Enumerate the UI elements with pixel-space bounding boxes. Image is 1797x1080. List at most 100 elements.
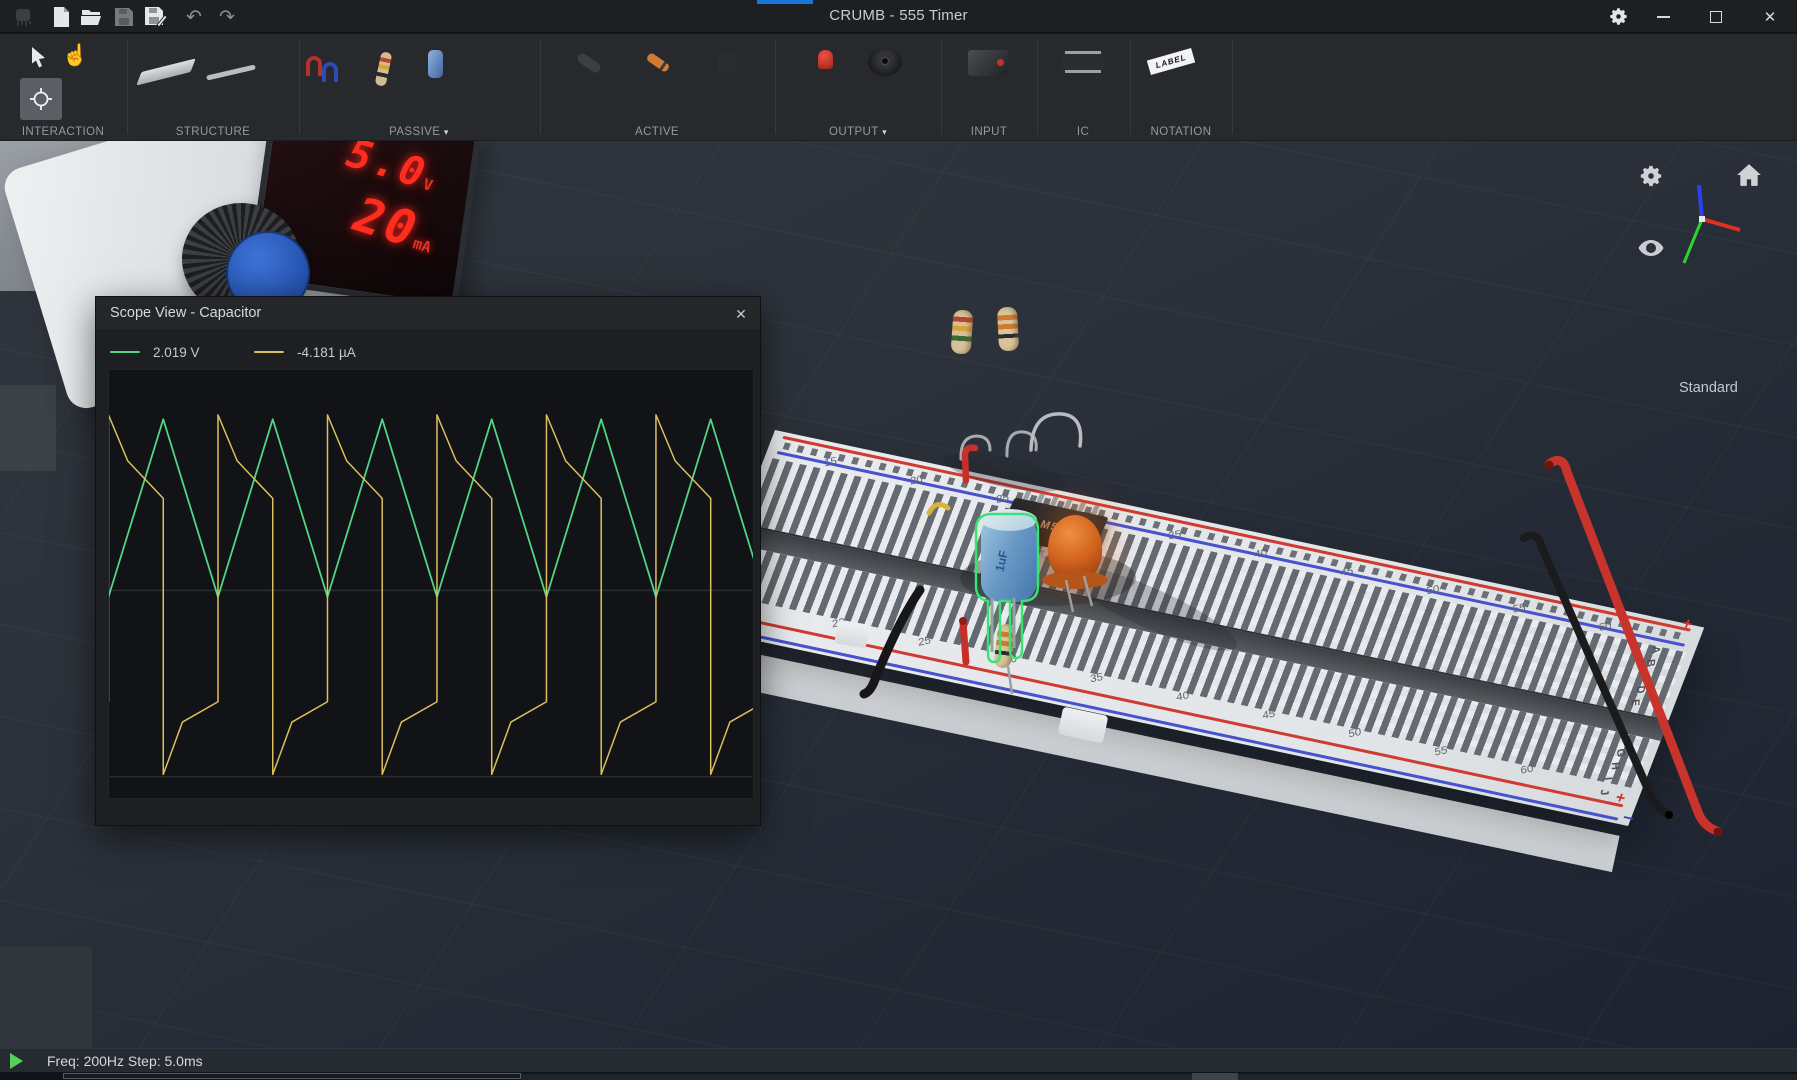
group-label-structure: STRUCTURE — [176, 126, 251, 138]
floor-block — [0, 385, 56, 471]
rail-minus-mark-near: − — [1619, 807, 1637, 829]
label-component-icon[interactable]: LABEL — [1147, 48, 1195, 75]
column-letter: C — [1639, 672, 1652, 681]
column-letter: F — [1618, 736, 1631, 744]
hand-tool-icon[interactable]: ☝ — [62, 44, 88, 68]
titlebar[interactable]: ↶ ↷ CRUMB - 555 Timer ✕ — [0, 0, 1797, 33]
group-label-passive[interactable]: PASSIVE ▾ — [389, 126, 449, 138]
buzzer-component-icon[interactable] — [868, 48, 902, 76]
led-orange[interactable] — [1048, 515, 1102, 581]
voltage-swatch — [110, 351, 140, 354]
buzzer-hole — [881, 57, 889, 65]
row-number: 40 — [1176, 690, 1190, 704]
scope-titlebar[interactable]: Scope View - Capacitor ✕ — [96, 297, 760, 331]
play-button[interactable] — [10, 1053, 23, 1069]
dropdown-arrow-icon: ▾ — [882, 127, 887, 137]
psu-voltage-readout: 5.0V — [341, 141, 441, 201]
ic-component-icon[interactable] — [1062, 54, 1104, 70]
bottom-strip-box — [63, 1073, 521, 1079]
wire-tip — [1545, 461, 1554, 470]
toolbar-separator — [299, 40, 300, 134]
row-number: 60 — [1598, 620, 1612, 634]
rod-component-icon[interactable] — [206, 64, 256, 80]
psu-voltage-value: 5.0 — [341, 141, 432, 198]
orbit-target-icon — [29, 87, 53, 111]
breadboard-component-icon[interactable] — [136, 58, 196, 85]
view-mode-label[interactable]: Standard — [1679, 380, 1738, 396]
rail-plus-mark-far: + — [1679, 615, 1695, 634]
jumper-wire-silver — [1031, 414, 1081, 450]
toolbar-separator — [775, 40, 776, 134]
cursor-tool-icon[interactable] — [30, 46, 50, 74]
row-number: 45 — [1262, 708, 1276, 722]
group-label-input: INPUT — [971, 126, 1008, 138]
row-number: 15 — [824, 455, 838, 469]
row-number: 45 — [1340, 565, 1354, 579]
row-number: 60 — [1520, 763, 1534, 777]
wire-blue-icon[interactable] — [322, 62, 338, 82]
toolbar-separator — [1232, 40, 1233, 134]
resistor-component-icon[interactable] — [375, 51, 393, 87]
group-label-output[interactable]: OUTPUT ▾ — [829, 126, 887, 138]
group-label-notation: NOTATION — [1151, 126, 1212, 138]
voltage-trace — [109, 419, 754, 597]
row-number: 55 — [1434, 745, 1448, 759]
axis-gizmo — [1668, 181, 1748, 271]
taskbar-accent — [757, 0, 813, 4]
led-component-icon[interactable] — [818, 50, 833, 69]
row-number: 20 — [910, 474, 924, 488]
group-label-interaction: INTERACTION — [22, 126, 104, 138]
group-label-active: ACTIVE — [635, 126, 679, 138]
toolbar-separator — [127, 40, 128, 134]
app-window: 5.0V 20mA 15202530354045505560 152025303… — [0, 0, 1797, 1080]
scope-window[interactable]: Scope View - Capacitor ✕ 2.019 V -4.181 … — [95, 296, 761, 826]
toolbar-separator — [1130, 40, 1131, 134]
current-swatch — [254, 351, 284, 354]
transistor-component-icon[interactable] — [718, 52, 736, 72]
column-letter: D — [1634, 685, 1647, 694]
column-letter: E — [1628, 699, 1641, 707]
dropdown-arrow-icon: ▾ — [444, 127, 449, 137]
current-legend-label: -4.181 µA — [297, 345, 356, 360]
resistor-2[interactable] — [997, 307, 1019, 352]
column-letter: J — [1598, 789, 1611, 796]
bottom-strip — [0, 1072, 1797, 1080]
diode-component-icon[interactable] — [575, 51, 602, 74]
capacitor-component-icon[interactable] — [428, 50, 443, 78]
row-number: 50 — [1348, 726, 1362, 740]
power-supply-component-icon[interactable] — [968, 50, 1008, 76]
row-number: 25 — [996, 492, 1010, 506]
toolbar-separator — [540, 40, 541, 134]
legend-voltage: 2.019 V — [110, 341, 200, 363]
floor-block-corner — [0, 947, 92, 1048]
column-letter: A — [1649, 645, 1662, 654]
zener-diode-icon[interactable] — [646, 52, 671, 73]
row-number: 40 — [1254, 547, 1268, 561]
resistor-1[interactable] — [950, 309, 973, 354]
legend-current: -4.181 µA — [254, 341, 356, 363]
wire-tip — [1714, 828, 1723, 837]
eye-icon[interactable] — [1638, 239, 1664, 262]
window-title: CRUMB - 555 Timer — [0, 7, 1797, 24]
minimize-button[interactable] — [1641, 0, 1685, 33]
orbit-tool-selected[interactable] — [20, 78, 62, 120]
close-button[interactable]: ✕ — [1748, 0, 1792, 33]
simulation-status-text: Freq: 200Hz Step: 5.0ms — [47, 1053, 203, 1069]
toolbar-separator — [1037, 40, 1038, 134]
row-number: 35 — [1090, 671, 1104, 685]
bottom-strip-segment — [1192, 1073, 1238, 1080]
row-number: 50 — [1426, 583, 1440, 597]
capacitor-label: 1uF — [993, 549, 1011, 573]
capacitor-selected[interactable]: 1uF — [981, 518, 1037, 602]
row-number: 55 — [1512, 602, 1526, 616]
wire-red-icon[interactable] — [306, 56, 322, 76]
scope-close-button[interactable]: ✕ — [728, 301, 754, 327]
maximize-button[interactable] — [1694, 0, 1738, 33]
scene-settings-gear-icon[interactable] — [1638, 163, 1664, 194]
group-label-ic: IC — [1077, 126, 1089, 138]
statusbar: Freq: 200Hz Step: 5.0ms — [0, 1048, 1797, 1072]
column-letter: G — [1614, 748, 1627, 757]
settings-gear-icon[interactable] — [1596, 0, 1640, 33]
label-sticker-text: LABEL — [1155, 53, 1188, 70]
column-letter: B — [1644, 659, 1657, 668]
